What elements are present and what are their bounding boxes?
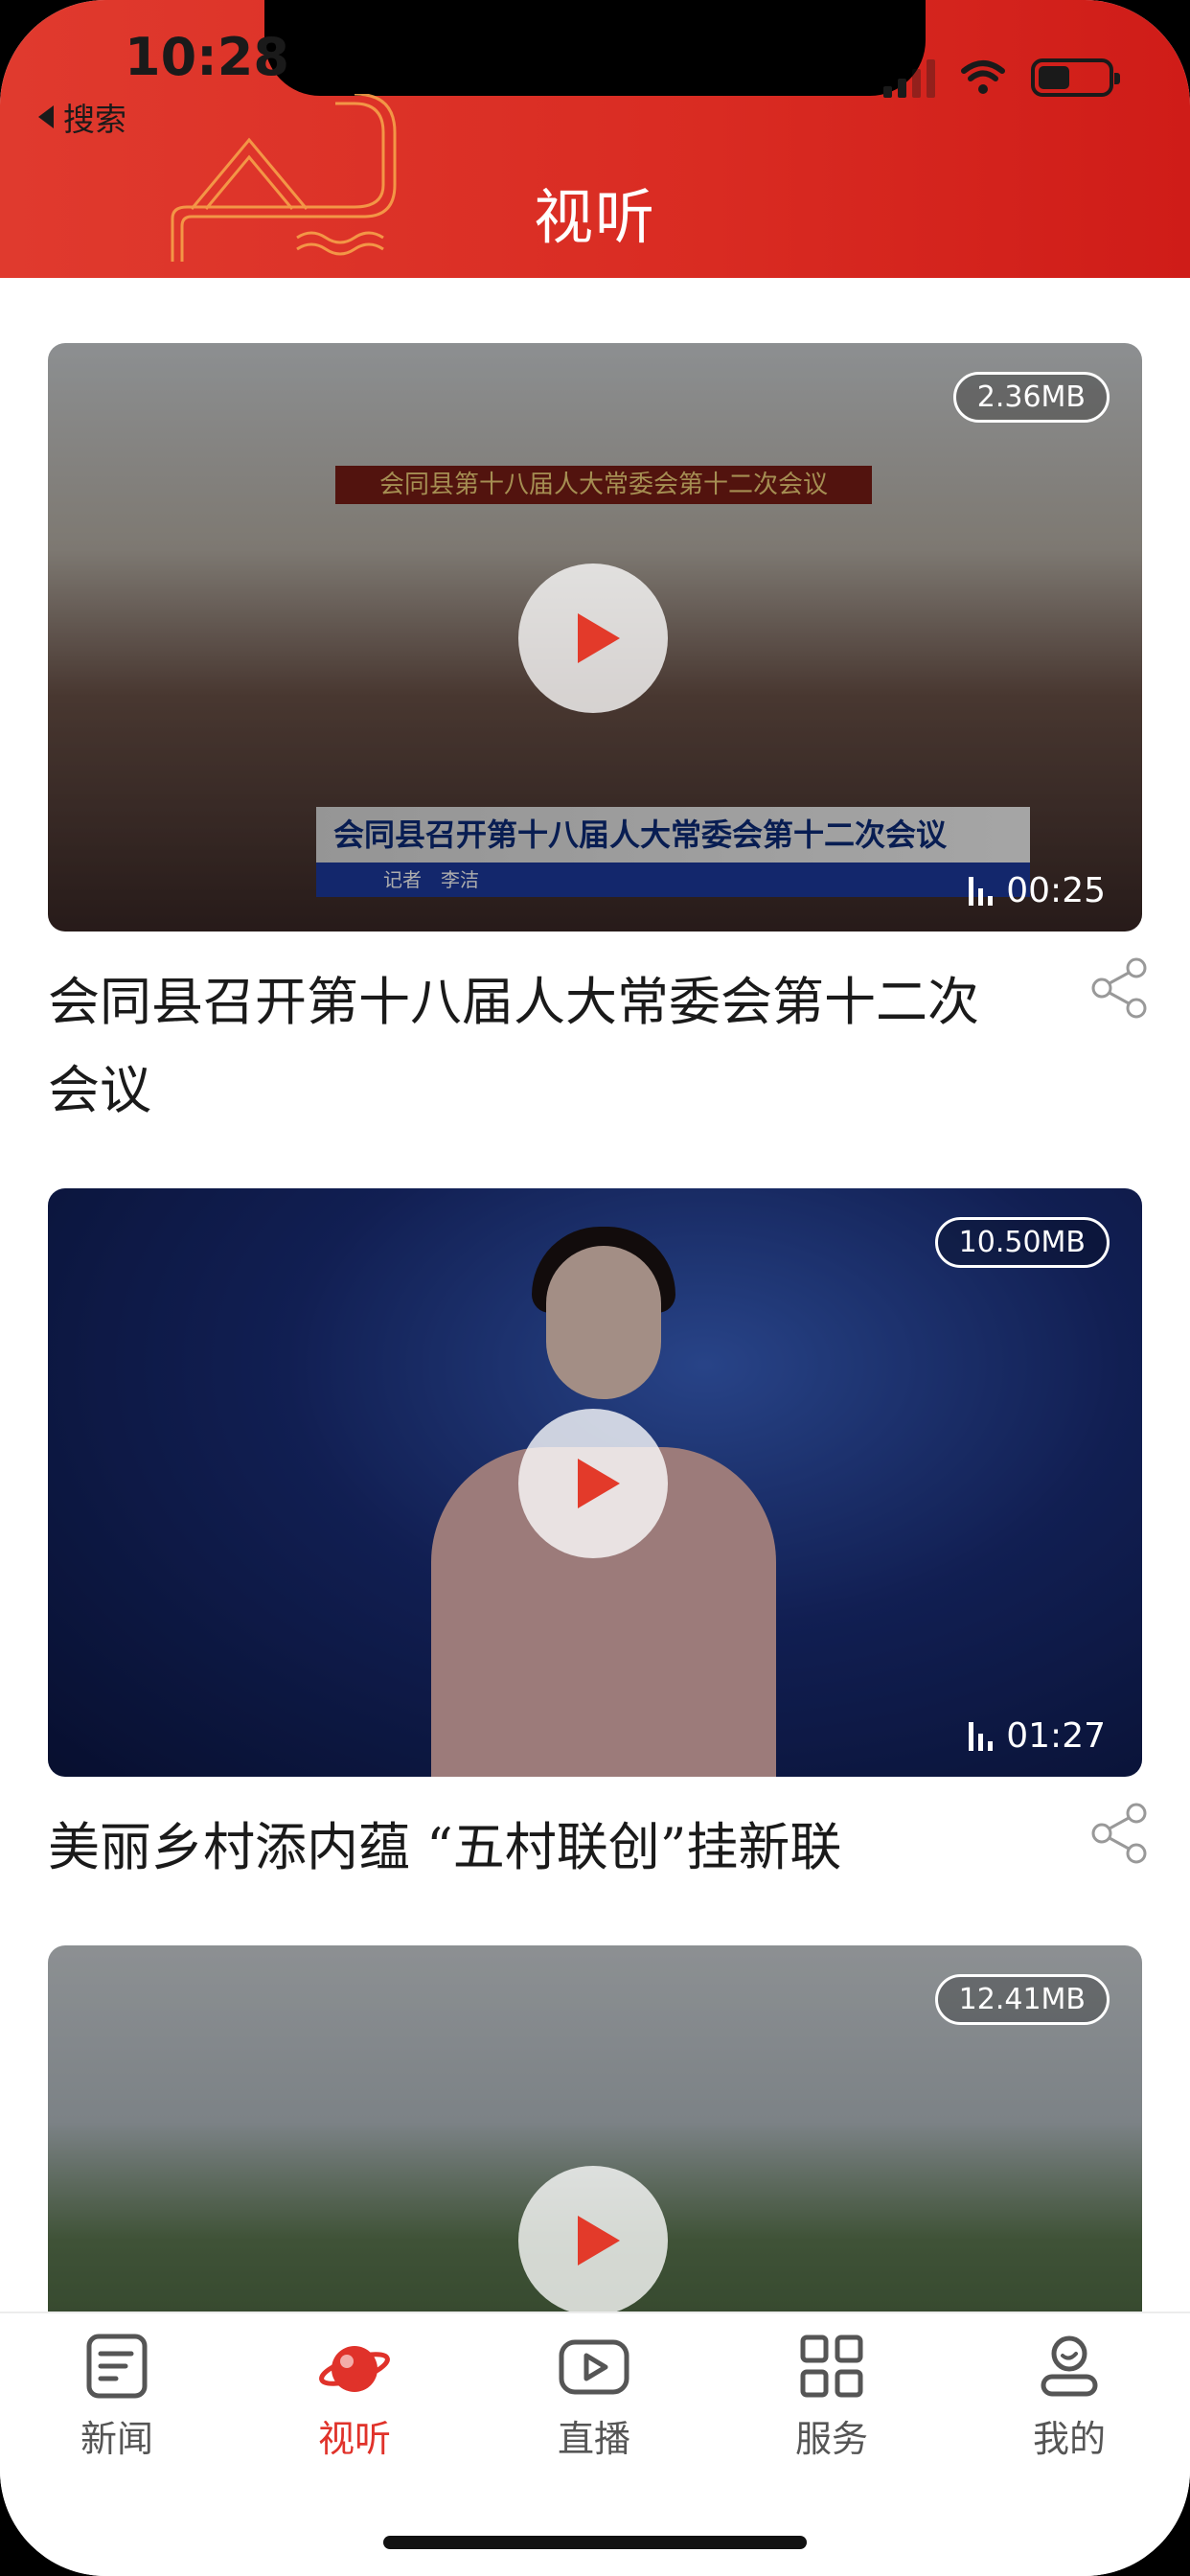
share-icon[interactable] <box>1088 956 1152 1020</box>
duration-text: 01:27 <box>1006 1716 1106 1756</box>
video-feed[interactable]: 会同县第十八届人大常委会第十二次会议 会同县召开第十八届人大常委会第十二次会议 … <box>0 278 1190 2312</box>
duration-text: 00:25 <box>1006 871 1106 910</box>
duration-label: 01:27 <box>969 1716 1106 1756</box>
tab-label: 视听 <box>317 2418 391 2460</box>
tab-news[interactable]: 新闻 <box>40 2333 194 2462</box>
screen: 10:28 搜索 视听 会同县第十八届人大常委会第十二次会议 会同县召开第十八届… <box>0 0 1190 2576</box>
notch <box>264 0 926 96</box>
file-size-badge: 2.36MB <box>952 372 1110 423</box>
user-icon <box>1041 2335 1098 2397</box>
wifi-icon <box>961 60 1005 94</box>
page-title: 视听 <box>533 182 656 252</box>
file-size-badge: 10.50MB <box>934 1217 1110 1268</box>
tab-mine[interactable]: 我的 <box>993 2333 1146 2462</box>
share-icon[interactable] <box>1088 1802 1152 1865</box>
home-indicator[interactable] <box>383 2536 807 2549</box>
video-thumbnail[interactable]: 10.50MB 01:27 <box>48 1188 1142 1777</box>
video-thumbnail[interactable]: 会同县第十八届人大常委会第十二次会议 会同县召开第十八届人大常委会第十二次会议 … <box>48 343 1142 932</box>
video-card[interactable]: 10.50MB 01:27 美丽乡村添内蕴 “五村联创”挂新联 <box>48 1188 1147 1892</box>
tab-label: 我的 <box>1032 2418 1106 2460</box>
video-title[interactable]: 会同县召开第十八届人大常委会第十二次会议 <box>48 958 1025 1135</box>
tab-services[interactable]: 服务 <box>755 2333 908 2462</box>
status-time: 10:28 <box>125 27 289 87</box>
video-title[interactable]: 美丽乡村添内蕴 “五村联创”挂新联 <box>48 1804 1025 1892</box>
duration-label: 00:25 <box>969 871 1106 910</box>
back-label: 搜索 <box>63 101 126 138</box>
video-card[interactable]: 会同县第十八届人大常委会第十二次会议 会同县召开第十八届人大常委会第十二次会议 … <box>48 343 1147 1135</box>
battery-icon <box>1031 58 1120 97</box>
back-arrow-icon <box>38 105 54 128</box>
bars-icon <box>969 876 994 906</box>
tab-label: 服务 <box>794 2418 868 2460</box>
tab-video[interactable]: 视听 <box>278 2333 431 2462</box>
play-icon <box>559 2339 629 2395</box>
grid-icon <box>800 2334 863 2398</box>
news-icon <box>86 2334 148 2399</box>
signal-icon <box>883 58 935 98</box>
tab-label: 直播 <box>557 2418 630 2460</box>
status-icons <box>883 58 1120 98</box>
video-card[interactable]: 12.41MB <box>48 1945 1142 2312</box>
tab-label: 新闻 <box>80 2418 153 2460</box>
planet-icon <box>319 2346 390 2392</box>
play-button[interactable] <box>518 1409 668 1558</box>
play-button[interactable] <box>518 2166 668 2312</box>
header: 10:28 搜索 视听 <box>0 0 1190 278</box>
tab-live[interactable]: 直播 <box>517 2333 671 2462</box>
video-thumbnail[interactable]: 12.41MB <box>48 1945 1142 2312</box>
bars-icon <box>969 1721 994 1751</box>
play-button[interactable] <box>518 564 668 713</box>
back-to-search-link[interactable]: 搜索 <box>38 94 126 140</box>
file-size-badge: 12.41MB <box>934 1974 1110 2025</box>
